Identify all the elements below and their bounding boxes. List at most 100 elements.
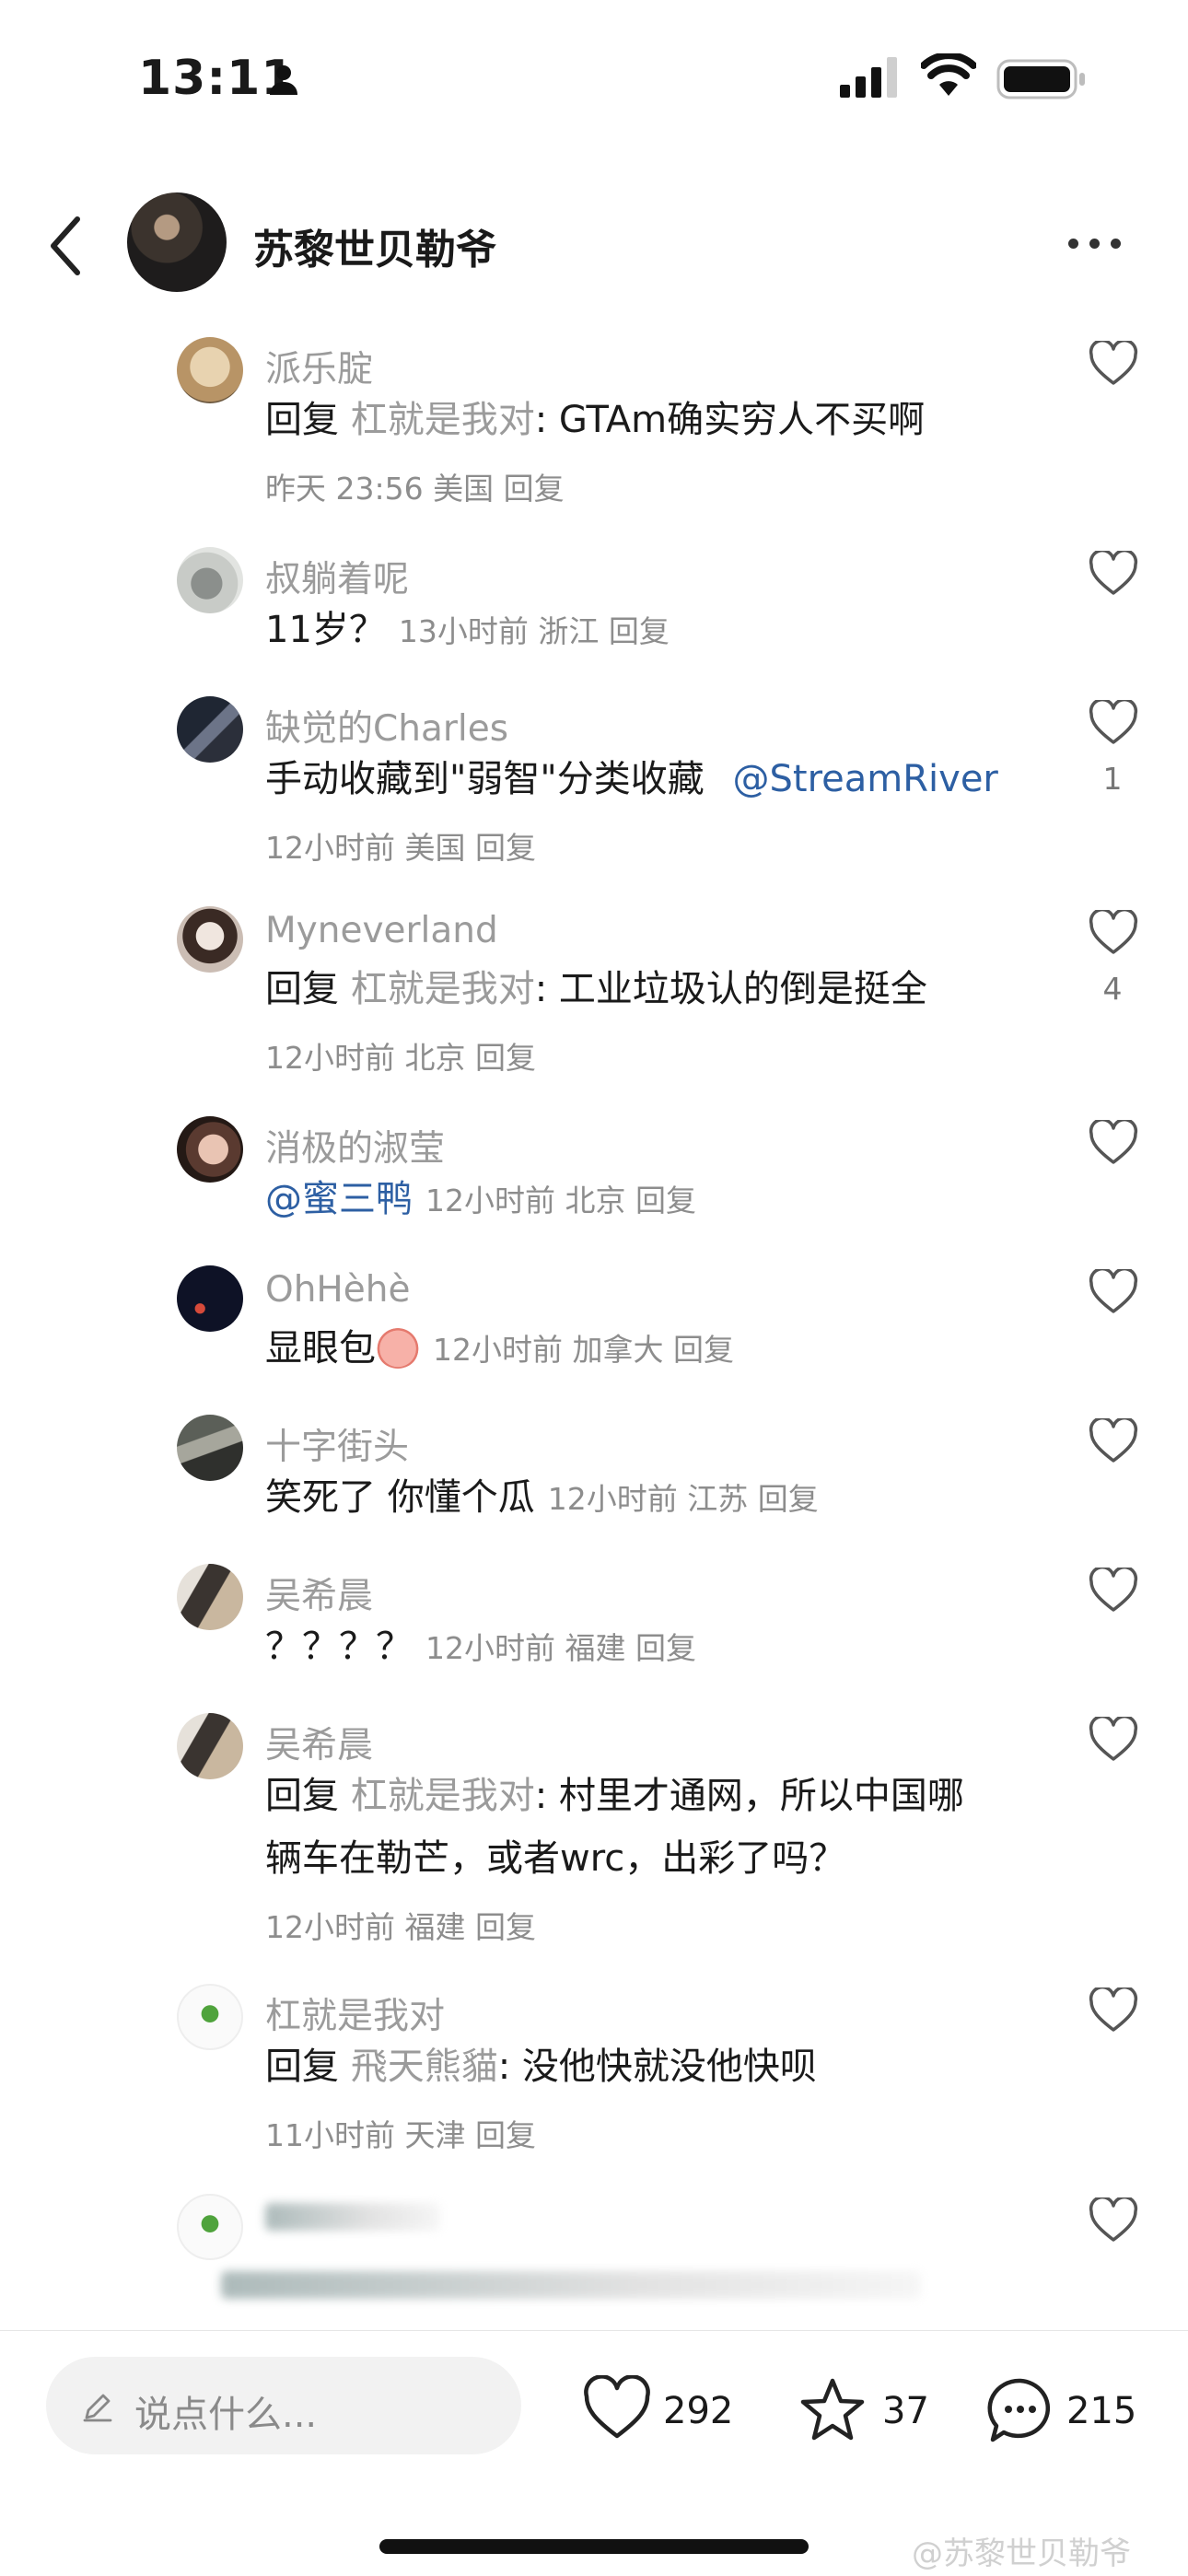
- like-count: 1: [1102, 761, 1123, 797]
- comment-body: : 没他快就没他快呗: [497, 2046, 817, 2088]
- like-icon[interactable]: [1089, 910, 1138, 956]
- comment-text-line2[interactable]: 辆车在勒芒，或者wrc，出彩了吗？: [265, 1827, 845, 1890]
- comment-text[interactable]: ？？？？ 12小时前 福建 回复: [265, 1615, 696, 1680]
- comment-meta[interactable]: 13小时前 浙江 回复: [399, 613, 670, 649]
- speech-bubble-icon: [987, 2378, 1051, 2442]
- comment-text[interactable]: 笑死了 你懂个瓜 12小时前 江苏 回复: [265, 1466, 819, 1531]
- comment-meta[interactable]: 12小时前 加拿大 回复: [433, 1332, 734, 1368]
- commenter-name[interactable]: 吴希晨: [265, 1717, 373, 1768]
- comment-text[interactable]: 回复 杠就是我对: GTAm确实穷人不买啊: [265, 389, 925, 451]
- reply-target-name[interactable]: 杠就是我对: [351, 1775, 535, 1817]
- reply-target-name[interactable]: 杠就是我对: [351, 968, 535, 1010]
- reply-label: 回复: [265, 399, 339, 441]
- reply-target-name[interactable]: 飛天熊貓: [351, 2046, 498, 2088]
- comment-text[interactable]: 11岁？ 13小时前 浙江 回复: [265, 599, 670, 663]
- comment-meta[interactable]: 12小时前 北京 回复: [265, 1033, 536, 1078]
- like-count: 4: [1102, 971, 1123, 1007]
- like-icon[interactable]: [1089, 1269, 1138, 1315]
- commenter-name[interactable]: 叔躺着呢: [265, 551, 409, 602]
- like-icon[interactable]: [1089, 341, 1138, 387]
- comment-body: 11岁？: [265, 609, 386, 651]
- author-avatar[interactable]: [127, 192, 227, 292]
- commenter-name[interactable]: 十字街头: [265, 1418, 409, 1470]
- pencil-icon: [83, 2394, 112, 2422]
- comment-body: 手动收藏到"弱智"分类收藏: [265, 758, 705, 800]
- commenter-avatar[interactable]: [177, 1265, 243, 1332]
- like-total: 292: [663, 2390, 734, 2432]
- comment-body: 显眼包: [265, 1327, 376, 1370]
- blurred-text: [221, 2271, 921, 2299]
- comment-button[interactable]: 215: [985, 2375, 1160, 2449]
- like-button[interactable]: 292: [582, 2375, 748, 2449]
- commenter-avatar[interactable]: [177, 906, 243, 973]
- commenter-name[interactable]: Myneverland: [265, 910, 498, 951]
- post-header: 苏黎世贝勒爷: [0, 184, 1188, 304]
- commenter-avatar[interactable]: [177, 337, 243, 403]
- comment-meta[interactable]: 12小时前 福建 回复: [425, 1630, 696, 1666]
- mention-link[interactable]: @StreamRiver: [733, 758, 998, 800]
- commenter-name[interactable]: 杠就是我对: [265, 1987, 445, 2039]
- comment-meta[interactable]: 12小时前 美国 回复: [265, 823, 536, 868]
- comment-meta[interactable]: 12小时前 福建 回复: [265, 1903, 536, 1947]
- back-button[interactable]: [44, 214, 90, 278]
- reply-label: 回复: [265, 1775, 339, 1817]
- reply-label: 回复: [265, 2046, 339, 2088]
- commenter-name[interactable]: OhHèhè: [265, 1269, 410, 1311]
- like-icon[interactable]: [1089, 1120, 1138, 1166]
- battery-icon: [996, 59, 1085, 99]
- commenter-name[interactable]: 派乐腚: [265, 341, 373, 392]
- comment-text[interactable]: 回复 杠就是我对: 村里才通网，所以中国哪: [265, 1765, 964, 1827]
- more-options-button[interactable]: [1068, 235, 1133, 257]
- blushing-face-emoji: [376, 1324, 420, 1369]
- heart-icon: [584, 2375, 650, 2439]
- comment-text[interactable]: 手动收藏到"弱智"分类收藏 @StreamRiver: [265, 748, 998, 810]
- comment-body: : GTAm确实穷人不买啊: [534, 399, 926, 441]
- comment-body: : 村里才通网，所以中国哪: [534, 1775, 964, 1817]
- comment-text[interactable]: 回复 飛天熊貓: 没他快就没他快呗: [265, 2035, 817, 2098]
- commenter-avatar[interactable]: [177, 1564, 243, 1630]
- mention-link[interactable]: @蜜三鸭: [265, 1178, 413, 1220]
- comment-text[interactable]: 显眼包 12小时前 加拿大 回复: [265, 1317, 734, 1381]
- commenter-name[interactable]: 消极的淑莹: [265, 1120, 445, 1171]
- like-icon[interactable]: [1089, 700, 1138, 746]
- comment-text[interactable]: 回复 杠就是我对: 工业垃圾认的倒是挺全: [265, 958, 927, 1020]
- comment-meta[interactable]: 12小时前 北京 回复: [425, 1183, 696, 1218]
- comment-total: 215: [1066, 2390, 1137, 2432]
- comment-meta[interactable]: 12小时前 江苏 回复: [548, 1481, 819, 1517]
- commenter-avatar[interactable]: [177, 2194, 243, 2260]
- person-icon: [270, 65, 297, 95]
- like-icon[interactable]: [1089, 2197, 1138, 2244]
- commenter-name[interactable]: 缺觉的Charles: [265, 700, 508, 752]
- commenter-avatar[interactable]: [177, 1116, 243, 1183]
- commenter-name[interactable]: 吴希晨: [265, 1568, 373, 1619]
- comment-input[interactable]: 说点什么...: [46, 2357, 521, 2454]
- like-icon[interactable]: [1089, 1568, 1138, 1614]
- commenter-avatar[interactable]: [177, 1713, 243, 1779]
- cellular-signal-icon: [840, 57, 897, 98]
- star-icon: [800, 2378, 865, 2441]
- comment-body: 笑死了 你懂个瓜: [265, 1476, 535, 1519]
- status-bar: 13:11: [0, 0, 1188, 157]
- like-icon[interactable]: [1089, 1418, 1138, 1464]
- home-indicator[interactable]: [379, 2539, 809, 2554]
- like-icon[interactable]: [1089, 551, 1138, 597]
- wifi-icon: [921, 53, 976, 96]
- like-icon[interactable]: [1089, 1987, 1138, 2034]
- blurred-name: [265, 2203, 440, 2231]
- comment-meta[interactable]: 昨天 23:56 美国 回复: [265, 464, 565, 508]
- commenter-avatar[interactable]: [177, 1984, 243, 2050]
- commenter-avatar[interactable]: [177, 696, 243, 763]
- comment-body: : 工业垃圾认的倒是挺全: [534, 968, 927, 1010]
- comment-text[interactable]: @蜜三鸭 12小时前 北京 回复: [265, 1168, 696, 1232]
- watermark: @苏黎世贝勒爷: [912, 2535, 1131, 2572]
- comment-body: ？？？？: [265, 1626, 413, 1668]
- commenter-avatar[interactable]: [177, 547, 243, 613]
- favorite-button[interactable]: 37: [798, 2375, 945, 2449]
- commenter-avatar[interactable]: [177, 1415, 243, 1481]
- input-placeholder: 说点什么...: [134, 2394, 318, 2436]
- author-name[interactable]: 苏黎世贝勒爷: [253, 216, 496, 275]
- favorite-total: 37: [882, 2390, 929, 2432]
- like-icon[interactable]: [1089, 1717, 1138, 1763]
- comment-meta[interactable]: 11小时前 天津 回复: [265, 2111, 536, 2155]
- reply-target-name[interactable]: 杠就是我对: [351, 399, 535, 441]
